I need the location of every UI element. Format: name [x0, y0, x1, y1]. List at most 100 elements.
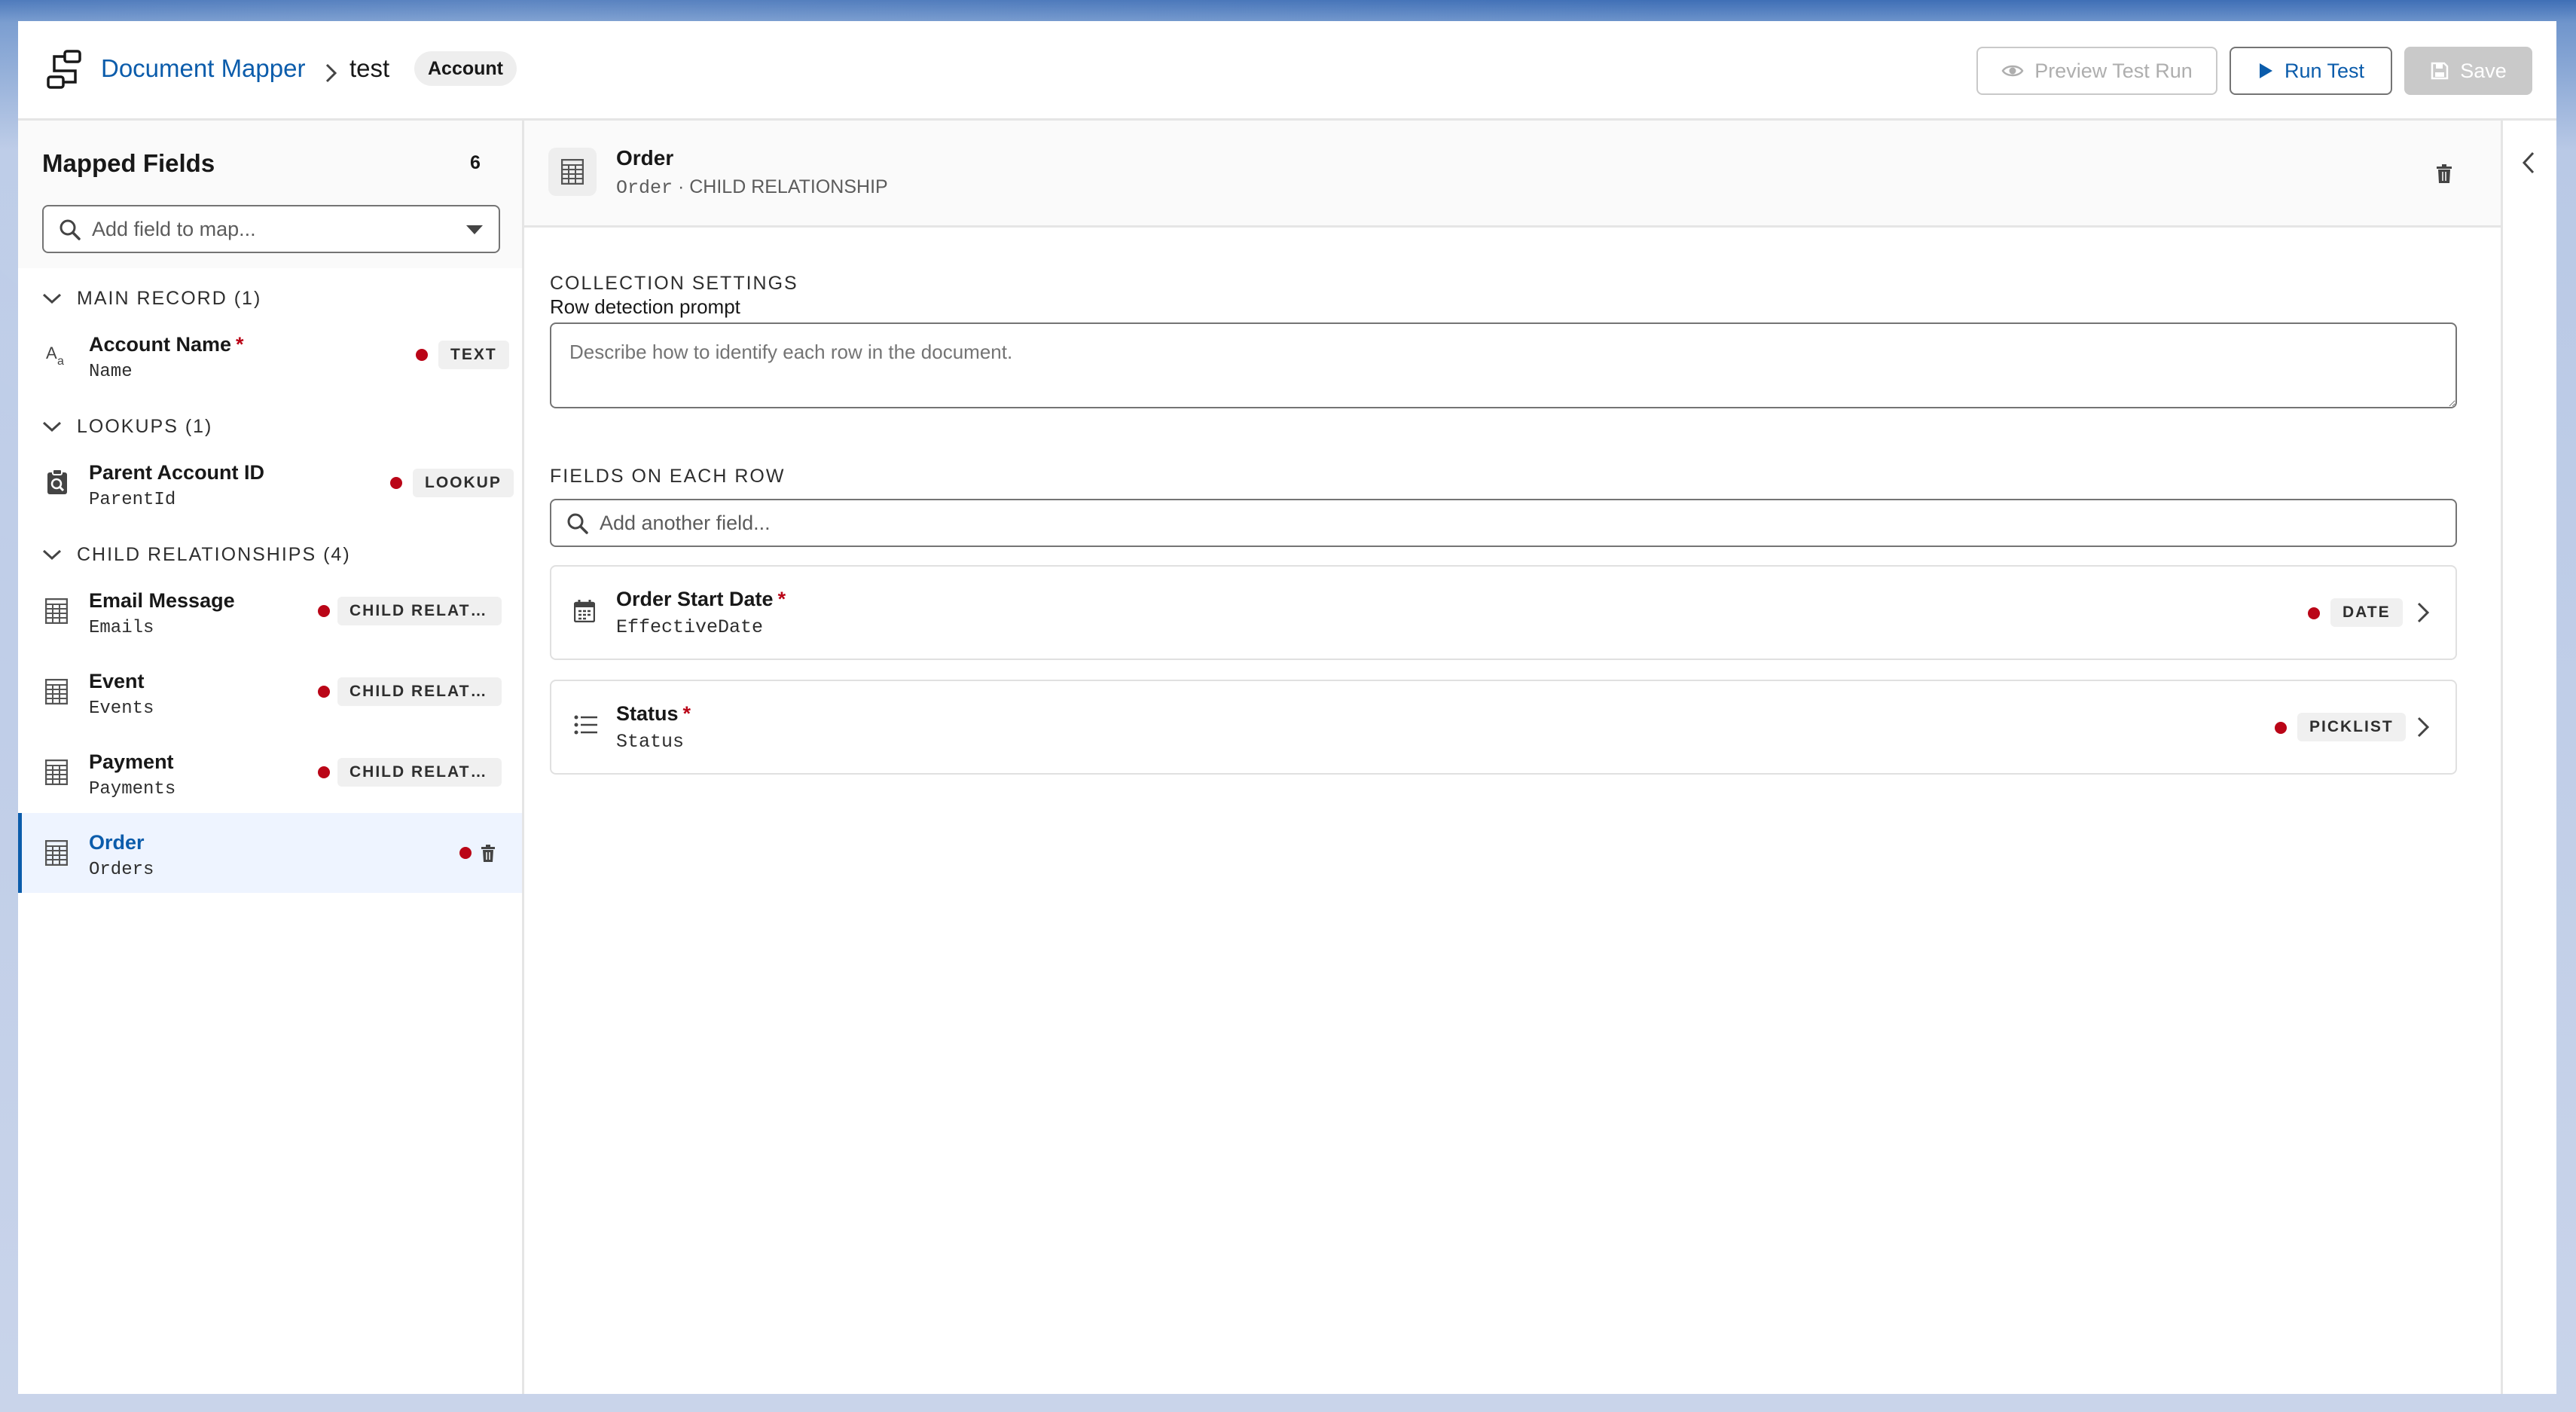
field-name: Account Name *: [89, 333, 244, 356]
list-item-selected[interactable]: Order Orders: [18, 813, 522, 893]
field-name: Payment: [89, 750, 174, 773]
detail-subtitle-type: · CHILD RELATIONSHIP: [673, 176, 888, 197]
field-name: Parent Account ID: [89, 461, 265, 484]
status-dot: [2308, 607, 2320, 619]
floppy-disk-icon: [2431, 62, 2449, 80]
save-button[interactable]: Save: [2404, 47, 2532, 95]
section-child-relationships-label: CHILD RELATIONSHIPS (4): [77, 543, 351, 565]
trash-icon[interactable]: [481, 845, 496, 863]
list-item[interactable]: Parent Account ID ParentId LOOKUP: [18, 443, 522, 523]
list-icon: [574, 715, 597, 735]
field-api-name: Events: [89, 698, 154, 719]
table-icon: [561, 159, 584, 185]
lookup-icon: [47, 469, 67, 494]
status-dot: [416, 349, 428, 361]
field-api-name: ParentId: [89, 490, 176, 510]
text-type-icon: A a: [46, 344, 64, 368]
preview-test-run-button[interactable]: Preview Test Run: [1976, 47, 2217, 95]
delete-mapping-icon[interactable]: [2436, 164, 2452, 184]
section-lookups[interactable]: LOOKUPS (1): [42, 411, 212, 442]
required-asterisk: *: [777, 588, 786, 610]
type-badge: PICKLIST: [2297, 713, 2406, 741]
required-asterisk: *: [682, 702, 691, 725]
field-detail-panel: Order Order · CHILD RELATIONSHIP COLLECT…: [524, 121, 2501, 1394]
sidebar-title: Mapped Fields: [42, 149, 215, 177]
table-icon: [45, 598, 68, 624]
status-dot: [318, 605, 330, 617]
sidebar-header: Mapped Fields 6: [18, 121, 522, 268]
svg-text:A: A: [46, 344, 57, 362]
add-row-field-search[interactable]: [550, 499, 2457, 547]
section-main-record[interactable]: MAIN RECORD (1): [42, 283, 261, 313]
field-api-name: Payments: [89, 779, 176, 799]
list-item[interactable]: A a Account Name * Name TEXT: [18, 315, 522, 395]
dropdown-triangle-icon: [466, 225, 483, 234]
row-field-api-name: EffectiveDate: [616, 616, 764, 638]
detail-subtitle: Order · CHILD RELATIONSHIP: [616, 176, 888, 199]
status-dot: [318, 766, 330, 778]
app-window: Document Mapper test Account Preview Tes…: [18, 21, 2556, 1394]
mapped-fields-sidebar: Mapped Fields 6 MAIN RECORD (1): [18, 121, 524, 1394]
add-row-field-input[interactable]: [600, 509, 2407, 536]
row-prompt-label: Row detection prompt: [550, 295, 740, 318]
search-icon: [60, 219, 81, 240]
eye-icon: [2001, 65, 2024, 77]
list-item[interactable]: Payment Payments CHILD RELATIONSHIP: [18, 732, 522, 812]
type-badge: CHILD RELATIONSHIP: [337, 758, 502, 787]
list-item[interactable]: Event Events CHILD RELATIONSHIP: [18, 652, 522, 732]
chevron-right-icon[interactable]: [2416, 601, 2430, 624]
run-test-button[interactable]: Run Test: [2230, 47, 2392, 95]
row-field-name: Status *: [616, 702, 691, 725]
row-field-name: Order Start Date *: [616, 588, 786, 610]
chevron-right-icon[interactable]: [2416, 716, 2430, 738]
preview-test-run-label: Preview Test Run: [2034, 59, 2193, 82]
object-badge: Account: [414, 51, 517, 86]
type-badge: CHILD RELATIONSHIP: [337, 597, 502, 625]
list-item[interactable]: Email Message Emails CHILD RELATIONSHIP: [18, 571, 522, 651]
field-name: Order: [89, 831, 145, 854]
required-asterisk: *: [236, 333, 244, 356]
table-icon: [45, 679, 68, 704]
row-detection-prompt-textarea[interactable]: [550, 322, 2457, 408]
table-icon: [45, 759, 68, 785]
section-lookups-label: LOOKUPS (1): [77, 415, 213, 437]
chevron-down-icon: [42, 549, 62, 561]
play-icon: [2259, 63, 2272, 78]
chevron-down-icon: [42, 421, 62, 432]
document-mapper-logo-icon: [47, 50, 81, 89]
type-badge: DATE: [2330, 598, 2403, 627]
field-api-name: Emails: [89, 618, 154, 638]
row-field-card[interactable]: Order Start Date * EffectiveDate DATE: [550, 565, 2457, 660]
row-field-card[interactable]: Status * Status PICKLIST: [550, 680, 2457, 775]
section-main-record-label: MAIN RECORD (1): [77, 287, 262, 309]
fields-on-each-row-heading: FIELDS ON EACH ROW: [550, 466, 786, 487]
detail-subtitle-api: Order: [616, 177, 673, 199]
collection-settings-heading: COLLECTION SETTINGS: [550, 273, 798, 294]
type-badge: LOOKUP: [413, 469, 514, 497]
type-badge: TEXT: [438, 341, 509, 369]
field-name: Event: [89, 670, 145, 692]
status-dot: [2275, 722, 2287, 734]
add-field-combobox[interactable]: [42, 205, 500, 253]
add-field-input[interactable]: [92, 215, 453, 243]
detail-header: Order Order · CHILD RELATIONSHIP: [524, 121, 2501, 228]
section-child-relationships[interactable]: CHILD RELATIONSHIPS (4): [42, 539, 351, 570]
detail-icon-tile: [548, 148, 597, 196]
right-rail: [2501, 121, 2556, 1394]
type-badge: CHILD RELATIONSHIP: [337, 677, 502, 706]
field-name: Email Message: [89, 589, 235, 612]
search-icon: [567, 513, 588, 534]
mapped-count-badge: 6: [470, 152, 481, 173]
run-test-label: Run Test: [2284, 59, 2365, 82]
breadcrumb-chevron-icon: [325, 63, 337, 83]
field-api-name: Orders: [89, 860, 154, 880]
app-title-link[interactable]: Document Mapper: [101, 54, 305, 83]
save-label: Save: [2460, 59, 2507, 82]
row-field-api-name: Status: [616, 731, 685, 753]
calendar-icon: [574, 600, 595, 622]
collapse-panel-chevron-left-icon[interactable]: [2521, 151, 2536, 175]
status-dot: [318, 686, 330, 698]
record-name: test: [349, 54, 390, 82]
status-dot: [459, 847, 472, 859]
field-api-name: Name: [89, 362, 133, 382]
